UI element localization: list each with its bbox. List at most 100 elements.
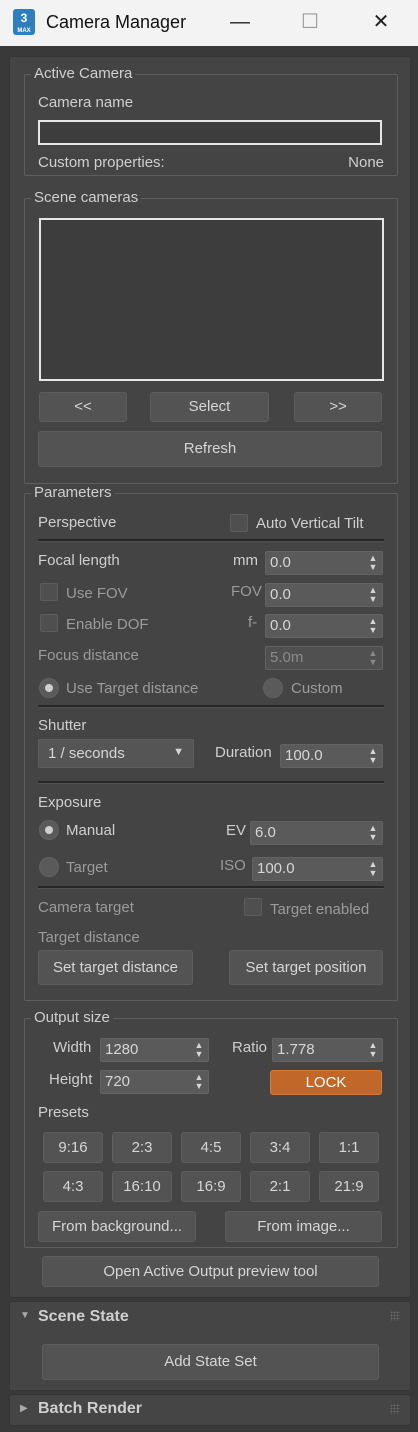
preset-1-1-button[interactable]: 1:1 [319,1132,379,1163]
preset-16-9-button[interactable]: 16:9 [181,1171,241,1202]
minimize-button[interactable]: — [217,0,263,46]
preset-9-16-button[interactable]: 9:16 [43,1132,103,1163]
focal-length-spinner[interactable]: 0.0 ▲ ▼ [265,551,383,575]
custom-properties-label: Custom properties: [38,154,165,171]
camera-target-label: Camera target [38,899,134,916]
set-target-position-button[interactable]: Set target position [229,950,383,985]
f-stop-spinner[interactable]: 0.0 ▲ ▼ [265,614,383,638]
add-state-set-button[interactable]: Add State Set [42,1344,379,1380]
height-value: 720 [105,1073,131,1090]
ratio-spinner[interactable]: 1.778 ▲ ▼ [272,1038,383,1062]
camera-manager-panel: Active Camera Camera name Custom propert… [9,56,411,1298]
collapse-triangle-icon[interactable]: ▼ [20,1310,30,1321]
scene-cameras-group: Scene cameras << Select >> Refresh [24,190,398,484]
output-size-group: Output size Width 1280 ▲ ▼ Ratio 1.778 ▲ ▼… [24,1010,398,1248]
active-camera-legend: Active Camera [31,66,136,82]
spinner-arrows-icon[interactable]: ▲ ▼ [368,649,378,667]
enable-dof-checkbox[interactable] [40,614,58,632]
refresh-button[interactable]: Refresh [38,431,382,467]
iso-value: 100.0 [257,860,295,877]
height-spinner[interactable]: 720 ▲ ▼ [100,1070,209,1094]
width-label: Width [53,1039,92,1056]
spinner-arrows-icon[interactable]: ▲ ▼ [368,824,378,842]
f-stop-label: f- [248,614,258,631]
spinner-arrows-icon[interactable]: ▲ ▼ [368,554,378,572]
from-background-button[interactable]: From background... [38,1211,196,1242]
scene-state-title[interactable]: Scene State [38,1308,129,1326]
width-spinner[interactable]: 1280 ▲ ▼ [100,1038,209,1062]
preset-16-10-button[interactable]: 16:10 [112,1171,172,1202]
f-stop-value: 0.0 [270,617,291,634]
focus-distance-label: Focus distance [38,647,139,664]
spinner-arrows-icon[interactable]: ▲ ▼ [368,1041,378,1059]
drag-grip-icon[interactable] [390,1404,400,1414]
expand-triangle-icon[interactable]: ▶ [20,1403,28,1414]
shutter-mode-select[interactable]: 1 / seconds ▼ [38,739,194,768]
next-camera-button[interactable]: >> [294,392,382,422]
custom-distance-label: Custom [291,680,343,697]
shutter-mode-value: 1 / seconds [48,745,125,762]
use-target-distance-radio[interactable] [39,678,59,698]
from-image-button[interactable]: From image... [225,1211,382,1242]
batch-render-title[interactable]: Batch Render [38,1400,142,1418]
window-title: Camera Manager [46,12,187,32]
scene-cameras-list[interactable] [39,218,384,381]
preset-4-3-button[interactable]: 4:3 [43,1171,103,1202]
title-bar[interactable]: 3 MAX Camera Manager — ☐ ✕ [0,0,418,46]
app-3dsmax-icon: 3 MAX [13,9,35,35]
separator [38,781,384,784]
custom-distance-radio[interactable] [263,678,283,698]
fov-label: FOV [231,583,262,600]
target-enabled-label: Target enabled [270,901,370,918]
app-icon-subtext: MAX [17,28,31,34]
height-label: Height [49,1071,93,1088]
custom-properties-value: None [348,154,384,171]
manual-exposure-radio[interactable] [39,820,59,840]
preset-21-9-button[interactable]: 21:9 [319,1171,379,1202]
select-camera-button[interactable]: Select [150,392,269,422]
spinner-arrows-icon[interactable]: ▲ ▼ [368,860,378,878]
use-fov-checkbox[interactable] [40,583,58,601]
iso-label: ISO [220,857,246,874]
presets-label: Presets [38,1104,89,1121]
spinner-arrows-icon[interactable]: ▲ ▼ [368,617,378,635]
focus-distance-spinner[interactable]: 5.0m ▲ ▼ [265,646,383,670]
ev-spinner[interactable]: 6.0 ▲ ▼ [250,821,383,845]
preset-2-3-button[interactable]: 2:3 [112,1132,172,1163]
app-icon-text: 3 [20,11,28,25]
preset-4-5-button[interactable]: 4:5 [181,1132,241,1163]
separator [38,539,384,542]
focal-length-unit: mm [233,552,258,569]
iso-spinner[interactable]: 100.0 ▲ ▼ [252,857,383,881]
set-target-distance-button[interactable]: Set target distance [38,950,193,985]
separator [38,705,384,708]
minimize-icon: — [230,11,250,33]
duration-value: 100.0 [285,747,323,764]
spinner-arrows-icon[interactable]: ▲ ▼ [368,586,378,604]
auto-vertical-tilt-checkbox[interactable] [230,514,248,532]
spinner-arrows-icon[interactable]: ▲ ▼ [194,1073,204,1091]
open-output-preview-button[interactable]: Open Active Output preview tool [42,1256,379,1287]
previous-camera-button[interactable]: << [39,392,127,422]
shutter-label: Shutter [38,717,87,734]
duration-spinner[interactable]: 100.0 ▲ ▼ [280,744,383,768]
camera-name-input[interactable] [38,120,382,145]
ev-value: 6.0 [255,824,276,841]
preset-2-1-button[interactable]: 2:1 [250,1171,310,1202]
target-enabled-checkbox[interactable] [244,898,262,916]
fov-value: 0.0 [270,586,291,603]
spinner-arrows-icon[interactable]: ▲ ▼ [368,747,378,765]
focal-length-value: 0.0 [270,554,291,571]
preset-3-4-button[interactable]: 3:4 [250,1132,310,1163]
close-button[interactable]: ✕ [358,0,404,46]
close-icon: ✕ [372,11,390,33]
chevron-down-icon: ▼ [173,746,184,758]
maximize-button[interactable]: ☐ [287,0,333,46]
duration-label: Duration [215,744,272,761]
drag-grip-icon[interactable] [390,1311,400,1321]
manual-exposure-label: Manual [66,822,116,839]
fov-spinner[interactable]: 0.0 ▲ ▼ [265,583,383,607]
lock-ratio-button[interactable]: LOCK [270,1070,382,1095]
target-exposure-radio[interactable] [39,857,59,877]
spinner-arrows-icon[interactable]: ▲ ▼ [194,1041,204,1059]
